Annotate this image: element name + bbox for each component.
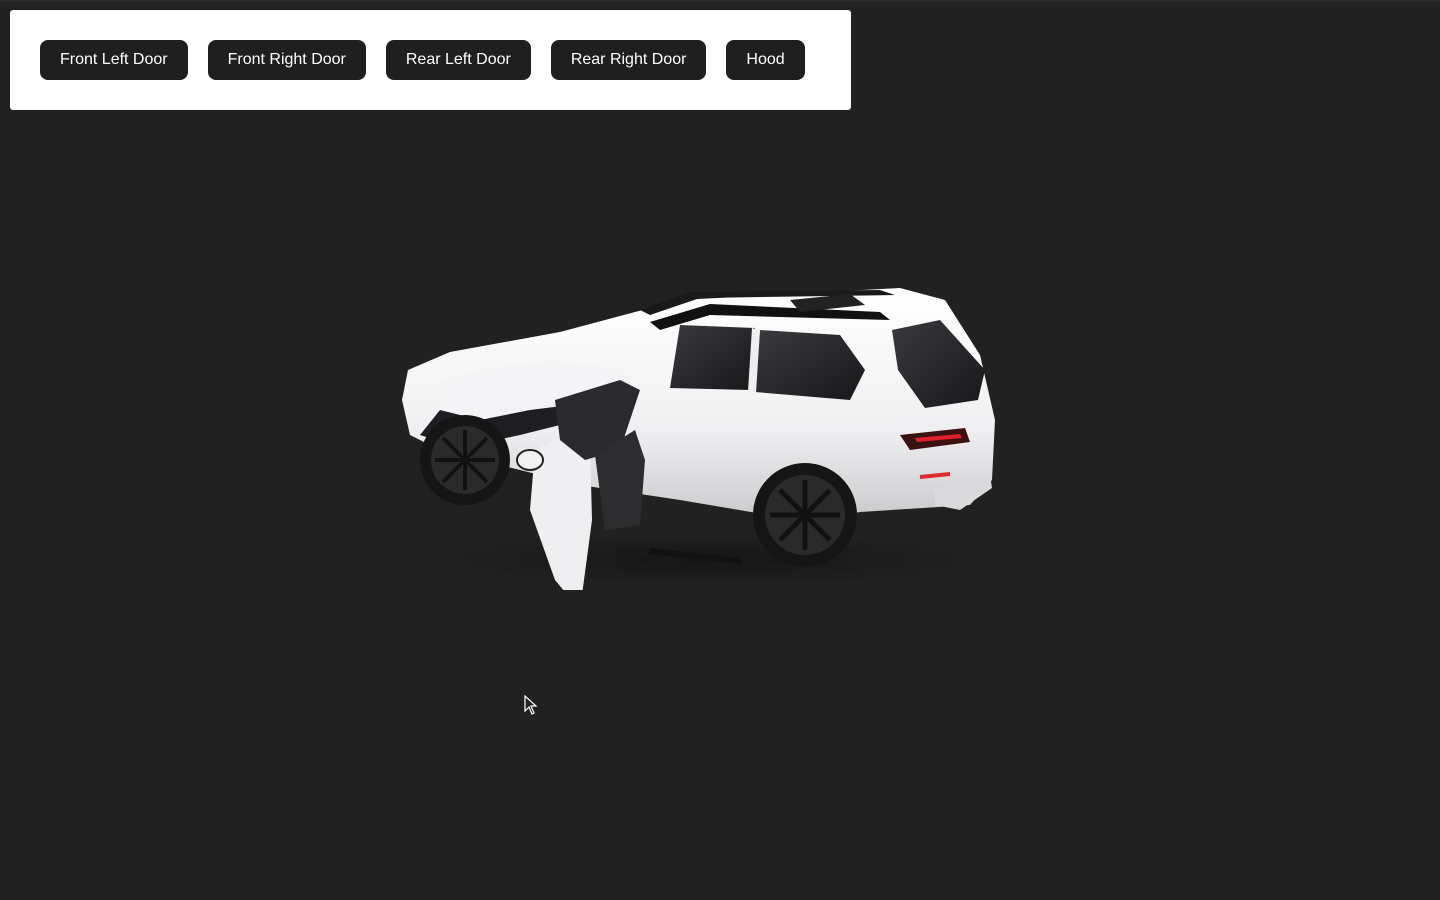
side-mirror xyxy=(516,449,544,471)
rear-wheel xyxy=(753,463,857,567)
front-wheel xyxy=(420,415,510,505)
front-left-door-button[interactable]: Front Left Door xyxy=(40,40,188,80)
rear-left-door-button[interactable]: Rear Left Door xyxy=(385,40,531,80)
rear-right-door-button[interactable]: Rear Right Door xyxy=(550,40,707,80)
hood-button[interactable]: Hood xyxy=(726,40,805,80)
arrow-cursor-icon xyxy=(524,695,538,715)
front-right-door-button[interactable]: Front Right Door xyxy=(207,40,366,80)
side-window-front xyxy=(670,325,755,390)
door-control-panel: Front Left Door Front Right Door Rear Le… xyxy=(10,10,851,110)
3d-viewer-canvas[interactable]: Front Left Door Front Right Door Rear Le… xyxy=(0,0,1440,900)
window-top-edge xyxy=(0,0,1440,2)
car-3d-model[interactable] xyxy=(380,260,1020,590)
